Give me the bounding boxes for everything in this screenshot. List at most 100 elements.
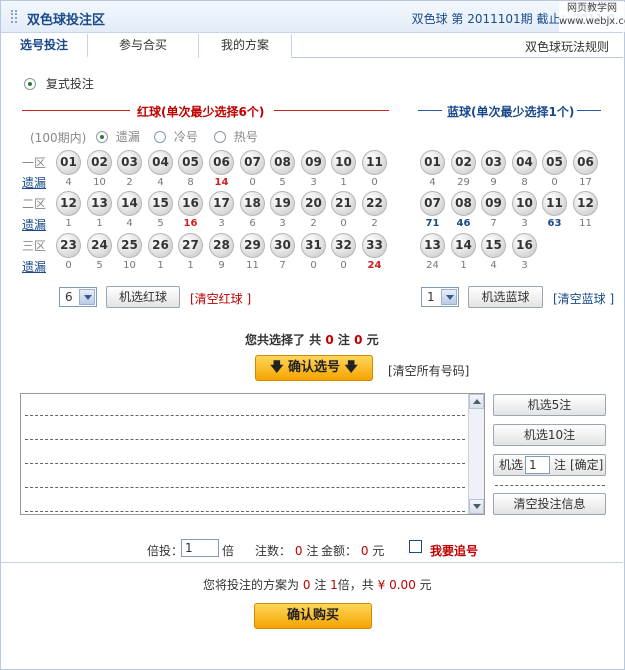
random-confirm-link[interactable]: [确定]: [570, 455, 603, 475]
confirm-selection-button[interactable]: 🡇 确认选号 🡇: [255, 355, 373, 381]
cold-radio[interactable]: [154, 130, 166, 143]
clear-all-link[interactable]: [清空所有号码]: [388, 362, 469, 379]
option-missing[interactable]: 遗漏: [96, 128, 140, 145]
red-ball[interactable]: 15: [148, 191, 173, 216]
red-ball[interactable]: 08: [270, 150, 295, 175]
red-ball[interactable]: 14: [117, 191, 142, 216]
red-ball[interactable]: 11: [362, 150, 387, 175]
blue-count-select[interactable]: 1: [421, 287, 459, 307]
miss-link-2[interactable]: 遗漏: [22, 216, 46, 233]
blue-ball[interactable]: 13: [420, 233, 445, 258]
blue-ball[interactable]: 16: [512, 233, 537, 258]
random-count-input[interactable]: 1: [525, 456, 550, 474]
side-divider: [495, 485, 605, 486]
multiple-input[interactable]: 1: [181, 539, 219, 557]
red-ball[interactable]: 29: [240, 233, 265, 258]
clear-blue-link[interactable]: [清空蓝球 ]: [553, 290, 614, 307]
red-ball[interactable]: 33: [362, 233, 387, 258]
chevron-down-icon[interactable]: [79, 289, 95, 305]
blue-count-value: 1: [427, 290, 435, 304]
red-ball[interactable]: 02: [87, 150, 112, 175]
blue-ball[interactable]: 08: [451, 191, 476, 216]
miss-link-3[interactable]: 遗漏: [22, 258, 46, 275]
tab-my-plans[interactable]: 我的方案: [199, 34, 292, 58]
random-blue-button[interactable]: 机选蓝球: [468, 286, 543, 308]
multiple-label: 倍投：: [147, 544, 184, 558]
red-ball[interactable]: 18: [240, 191, 265, 216]
red-ball[interactable]: 06: [209, 150, 234, 175]
summary-amount: 0: [354, 333, 363, 347]
red-ball[interactable]: 21: [331, 191, 356, 216]
red-ball[interactable]: 09: [301, 150, 326, 175]
blue-ball[interactable]: 14: [451, 233, 476, 258]
random-5-button[interactable]: 机选5注: [493, 394, 606, 416]
miss-link-1[interactable]: 遗漏: [22, 174, 46, 191]
blue-ball[interactable]: 04: [512, 150, 537, 175]
red-ball[interactable]: 05: [178, 150, 203, 175]
blue-ball[interactable]: 11: [542, 191, 567, 216]
red-ball[interactable]: 16: [178, 191, 203, 216]
option-cold[interactable]: 冷号: [154, 128, 198, 145]
red-ball[interactable]: 24: [87, 233, 112, 258]
bet-list[interactable]: [20, 393, 485, 515]
red-miss-value: 0: [310, 260, 317, 271]
red-ball[interactable]: 10: [331, 150, 356, 175]
red-ball[interactable]: 03: [117, 150, 142, 175]
red-ball[interactable]: 13: [87, 191, 112, 216]
red-ball[interactable]: 20: [301, 191, 326, 216]
blue-ball[interactable]: 01: [420, 150, 445, 175]
random-red-button[interactable]: 机选红球: [106, 286, 180, 308]
blue-ball[interactable]: 05: [542, 150, 567, 175]
red-ball[interactable]: 30: [270, 233, 295, 258]
red-ball[interactable]: 26: [148, 233, 173, 258]
blue-ball[interactable]: 12: [573, 191, 598, 216]
random-custom-group: 机选 1 注 [确定]: [493, 454, 606, 476]
panel-title: 双色球投注区: [27, 13, 106, 28]
random-10-button[interactable]: 机选10注: [493, 424, 606, 446]
confirm-buy-button[interactable]: 确认购买: [254, 603, 372, 629]
red-miss-value: 0: [65, 260, 72, 271]
blue-ball[interactable]: 06: [573, 150, 598, 175]
red-ball[interactable]: 23: [56, 233, 81, 258]
hot-radio[interactable]: [214, 130, 226, 143]
blue-ball[interactable]: 02: [451, 150, 476, 175]
red-ball[interactable]: 22: [362, 191, 387, 216]
red-ball[interactable]: 32: [331, 233, 356, 258]
blue-miss-value: 4: [490, 260, 497, 271]
chevron-down-icon[interactable]: [441, 289, 457, 305]
red-ball[interactable]: 19: [270, 191, 295, 216]
red-miss-value: 5: [96, 260, 103, 271]
red-ball[interactable]: 12: [56, 191, 81, 216]
blue-ball[interactable]: 10: [512, 191, 537, 216]
clear-bets-button[interactable]: 清空投注信息: [493, 493, 606, 515]
rules-link[interactable]: 双色球玩法规则: [525, 38, 609, 55]
blue-ball[interactable]: 09: [481, 191, 506, 216]
red-ball[interactable]: 17: [209, 191, 234, 216]
red-ball[interactable]: 28: [209, 233, 234, 258]
tab-select-number[interactable]: 选号投注: [1, 34, 88, 58]
red-miss-value: 5: [279, 177, 286, 188]
scroll-down-icon[interactable]: [469, 499, 484, 514]
tab-join-group[interactable]: 参与合买: [88, 34, 199, 58]
mode-radio[interactable]: [24, 77, 36, 90]
red-ball[interactable]: 25: [117, 233, 142, 258]
follow-label[interactable]: 我要追号: [430, 542, 478, 559]
missing-radio[interactable]: [96, 130, 108, 143]
clear-red-link[interactable]: [清空红球 ]: [190, 290, 251, 307]
blue-ball[interactable]: 15: [481, 233, 506, 258]
mode-option[interactable]: 复式投注: [24, 75, 94, 92]
blue-miss-value: 1: [460, 260, 467, 271]
follow-checkbox[interactable]: [409, 540, 422, 553]
scroll-up-icon[interactable]: [469, 394, 484, 409]
blue-ball[interactable]: 03: [481, 150, 506, 175]
red-ball[interactable]: 27: [178, 233, 203, 258]
blue-ball[interactable]: 07: [420, 191, 445, 216]
red-ball[interactable]: 01: [56, 150, 81, 175]
red-miss-value: 16: [183, 218, 198, 229]
option-hot[interactable]: 热号: [214, 128, 258, 145]
red-count-select[interactable]: 6: [59, 287, 97, 307]
red-ball[interactable]: 31: [301, 233, 326, 258]
red-ball[interactable]: 07: [240, 150, 265, 175]
red-ball[interactable]: 04: [148, 150, 173, 175]
bet-list-scrollbar[interactable]: [468, 394, 484, 514]
